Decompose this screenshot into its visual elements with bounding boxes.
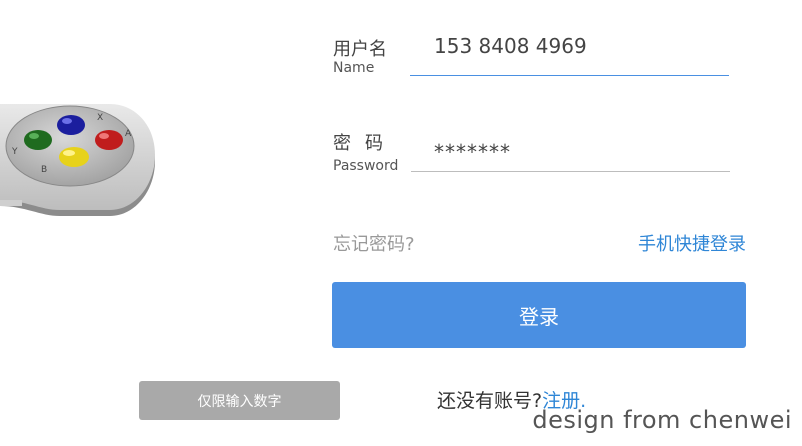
password-input[interactable]: ******* (434, 140, 511, 164)
gamepad-button-y (24, 130, 52, 150)
digits-only-hint: 仅限输入数字 (139, 381, 340, 420)
quick-login-link[interactable]: 手机快捷登录 (638, 230, 746, 256)
svg-text:X: X (97, 113, 103, 123)
username-input[interactable]: 153 8408 4969 (434, 34, 587, 58)
design-credit: design from chenwei (532, 406, 792, 434)
username-label-en: Name (333, 60, 375, 76)
gamepad-button-x (57, 115, 85, 135)
svg-text:Y: Y (11, 147, 18, 157)
username-label-cn: 用户名 (333, 39, 387, 60)
no-account-text: 还没有账号? (437, 390, 543, 412)
svg-text:B: B (41, 165, 47, 175)
gamepad-button-b (59, 147, 89, 167)
password-label-cn: 密码 (333, 133, 397, 154)
username-underline (410, 75, 729, 76)
password-underline (411, 171, 730, 172)
login-button[interactable]: 登录 (332, 282, 746, 348)
gamepad-illustration: X Y A B (0, 104, 155, 216)
svg-text:A: A (125, 129, 132, 139)
password-label-en: Password (333, 158, 399, 174)
gamepad-button-a (95, 130, 123, 150)
forgot-password-link[interactable]: 忘记密码? (333, 230, 415, 256)
